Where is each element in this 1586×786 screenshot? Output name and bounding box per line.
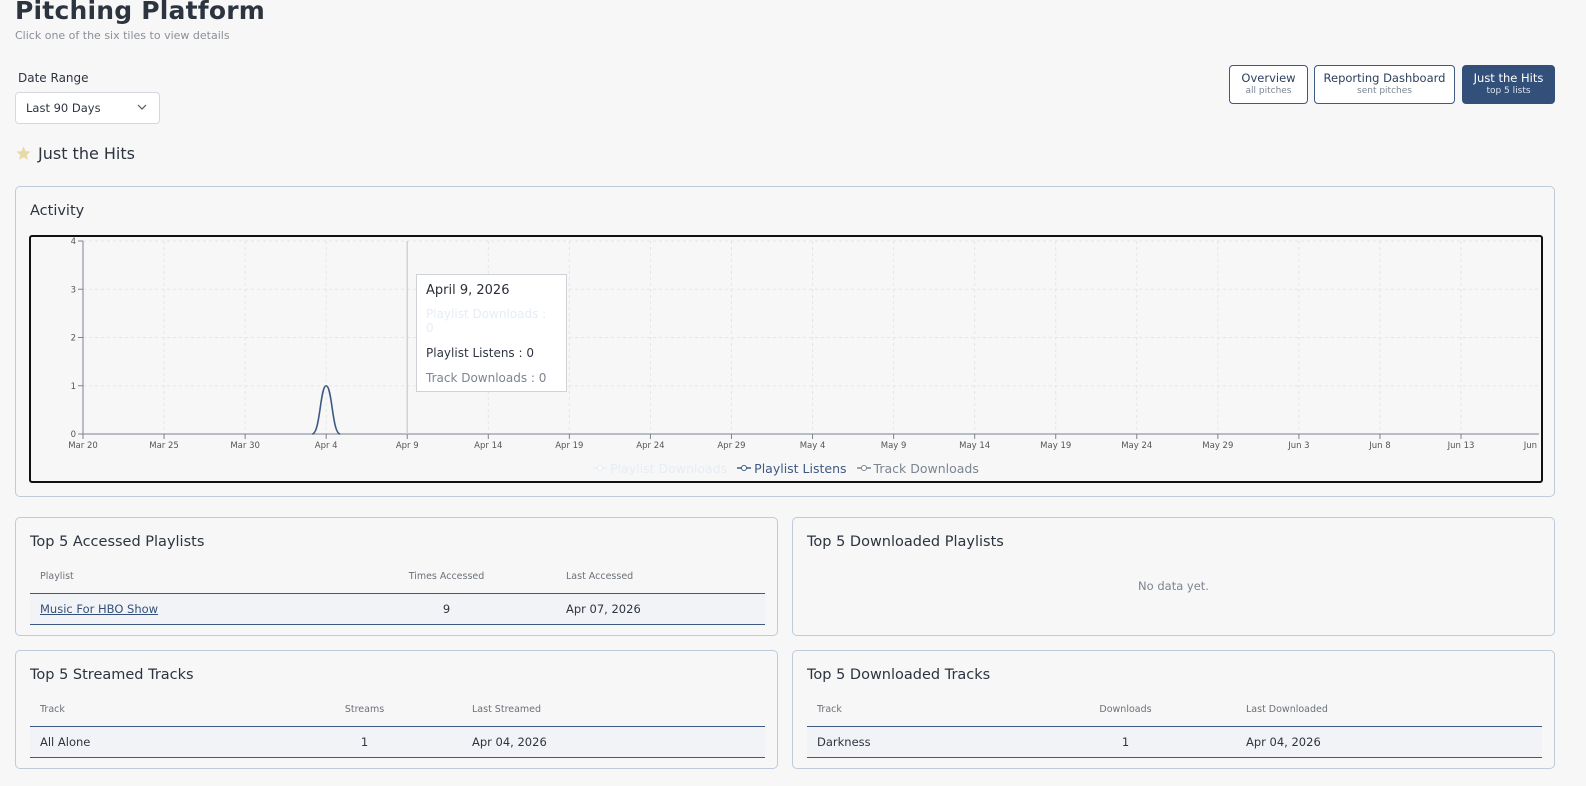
table-cell: Apr 04, 2026 [1195,726,1542,758]
legend-item-track-downloads[interactable]: Track Downloads [856,460,979,476]
legend-label: Track Downloads [873,460,979,476]
accessed-playlists-title: Top 5 Accessed Playlists [30,534,205,550]
x-tick-label: Apr 24 [636,441,664,451]
tooltip-playlist-listens: Playlist Listens : 0 [426,346,534,360]
x-tick-label: May 19 [1040,441,1071,451]
x-tick-label: Mar 25 [149,441,179,451]
activity-title: Activity [30,203,85,219]
column-header: Downloads [1056,694,1195,727]
table-row: Music For HBO Show 9 Apr 07, 2026 [30,593,765,625]
chevron-down-icon [137,104,147,110]
chart-legend: Playlist Downloads Playlist Listens Trac… [31,460,1541,476]
table-row: All Alone 1 Apr 04, 2026 [30,726,765,758]
table-cell: All Alone [30,726,306,758]
column-header: Streams [306,694,423,727]
section-heading: Just the Hits [15,144,135,163]
x-tick-label: Apr 29 [717,441,745,451]
column-header: Last Streamed [423,694,765,727]
downloaded-playlists-card: Top 5 Downloaded Playlists No data yet. [792,517,1555,636]
table-cell: 1 [306,726,423,758]
page-subtitle: Click one of the six tiles to view detai… [15,29,230,42]
activity-card: Activity 0 1 2 3 4 Mar 20 Mar 25 Mar 30 Apr 4 Apr… [15,186,1555,497]
x-tick-label: Jun 13 [1447,441,1475,451]
column-header: Playlist [30,561,369,594]
reporting-dashboard-button[interactable]: Reporting Dashboard sent pitches [1314,65,1455,104]
table-row: Darkness 1 Apr 04, 2026 [807,726,1542,758]
column-header: Times Accessed [369,561,524,594]
downloaded-tracks-title: Top 5 Downloaded Tracks [807,667,991,683]
y-tick-label: 4 [71,237,76,247]
overview-button-sub: all pitches [1245,86,1292,96]
x-tick-label: Mar 30 [230,441,260,451]
date-range-select[interactable]: Last 90 Days [15,92,160,124]
reporting-dashboard-button-label: Reporting Dashboard [1323,71,1446,85]
table-header-row: Track Streams Last Streamed [30,694,765,727]
table-header-row: Track Downloads Last Downloaded [807,694,1542,727]
downloaded-tracks-table: Track Downloads Last Downloaded Darkness… [807,694,1542,758]
page-title: Pitching Platform [15,0,265,25]
y-tick-label: 0 [71,430,76,440]
accessed-playlists-table: Playlist Times Accessed Last Accessed Mu… [30,561,765,625]
x-tick-label: May 29 [1202,441,1233,451]
overview-button-label: Overview [1241,71,1296,85]
overview-button[interactable]: Overview all pitches [1229,65,1308,104]
tooltip-playlist-downloads: Playlist Downloads : 0 [426,307,547,335]
y-tick-label: 1 [71,382,76,392]
downloaded-playlists-title: Top 5 Downloaded Playlists [807,534,1004,550]
legend-marker-icon [856,465,871,471]
playlist-link[interactable]: Music For HBO Show [40,602,158,616]
x-tick-label: May 4 [800,441,826,451]
just-the-hits-button-sub: top 5 lists [1486,86,1531,96]
date-range-value: Last 90 Days [26,101,101,115]
section-title: Just the Hits [38,144,135,163]
column-header: Last Accessed [524,561,765,594]
x-tick-label: May 9 [881,441,907,451]
legend-marker-icon [737,465,752,471]
legend-item-playlist-listens[interactable]: Playlist Listens [737,460,847,476]
accessed-playlists-card: Top 5 Accessed Playlists Playlist Times … [15,517,778,636]
table-cell: Apr 04, 2026 [423,726,765,758]
activity-chart[interactable]: 0 1 2 3 4 Mar 20 Mar 25 Mar 30 Apr 4 Apr 9 Apr 14 A… [29,235,1543,483]
star-icon [16,146,31,160]
tooltip-track-downloads: Track Downloads : 0 [426,371,547,385]
table-cell: 9 [369,593,524,625]
streamed-tracks-title: Top 5 Streamed Tracks [30,667,194,683]
streamed-tracks-card: Top 5 Streamed Tracks Track Streams Last… [15,650,778,769]
x-tick-label: Apr 19 [555,441,583,451]
legend-label: Playlist Downloads [610,460,728,476]
reporting-dashboard-button-sub: sent pitches [1357,86,1412,96]
column-header: Last Downloaded [1195,694,1542,727]
tooltip-date: April 9, 2026 [426,283,510,298]
y-tick-label: 2 [71,334,76,344]
table-header-row: Playlist Times Accessed Last Accessed [30,561,765,594]
x-tick-label: May 14 [959,441,990,451]
chart-tooltip: April 9, 2026 Playlist Downloads : 0 Pla… [416,274,567,392]
x-tick-label: May 24 [1121,441,1152,451]
just-the-hits-button-label: Just the Hits [1473,71,1544,85]
date-range-label: Date Range [18,71,89,85]
streamed-tracks-table: Track Streams Last Streamed All Alone 1 … [30,694,765,758]
x-tick-label: Jun 3 [1287,441,1309,451]
x-tick-label: Apr 14 [474,441,502,451]
activity-chart-svg: 0 1 2 3 4 Mar 20 Mar 25 Mar 30 Apr 4 Apr 9 Apr 14 A… [68,237,1539,451]
x-tick-label: Mar 20 [68,441,98,451]
table-cell[interactable]: Music For HBO Show [30,593,369,625]
column-header: Track [30,694,306,727]
legend-item-playlist-downloads[interactable]: Playlist Downloads [593,461,727,476]
just-the-hits-button[interactable]: Just the Hits top 5 lists [1462,65,1555,104]
x-tick-label: Jun [1523,441,1537,451]
x-tick-label: Jun 8 [1368,441,1390,451]
legend-label: Playlist Listens [754,460,847,476]
x-tick-label: Apr 4 [315,441,338,451]
empty-state: No data yet. [1138,579,1209,593]
legend-marker-icon [593,465,608,471]
y-tick-label: 3 [71,285,76,295]
table-cell: Darkness [807,726,1056,758]
x-tick-label: Apr 9 [396,441,419,451]
column-header: Track [807,694,1056,727]
table-cell: 1 [1056,726,1195,758]
table-cell: Apr 07, 2026 [524,593,765,625]
downloaded-tracks-card: Top 5 Downloaded Tracks Track Downloads … [792,650,1555,769]
